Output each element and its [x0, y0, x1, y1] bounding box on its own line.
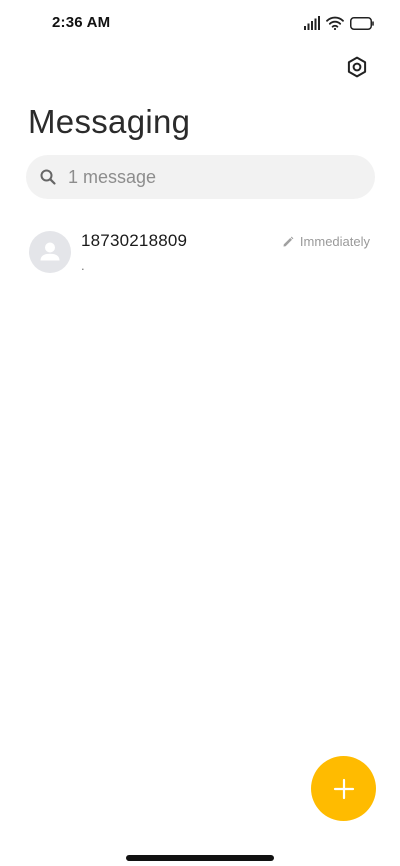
status-icons — [304, 14, 374, 32]
plus-icon — [333, 778, 354, 799]
battery-icon — [350, 16, 374, 30]
conversation-timestamp: Immediately — [299, 234, 370, 249]
wifi-icon — [326, 16, 344, 30]
signal-icon — [304, 16, 320, 30]
page-title: Messaging — [28, 103, 191, 140]
message-preview: . — [81, 258, 85, 273]
conversation-meta: Immediately — [282, 234, 370, 249]
home-indicator[interactable] — [126, 855, 274, 861]
messaging-screen: 2:36 AM Messaging 1 message 18730218809 … — [0, 0, 400, 866]
conversation-item[interactable]: 18730218809 . Immediately — [0, 222, 400, 288]
contact-avatar — [29, 231, 71, 273]
contact-name: 18730218809 — [81, 231, 188, 250]
draft-pencil-icon — [283, 236, 294, 246]
settings-button[interactable] — [342, 52, 372, 82]
default-contact-avatar-icon — [40, 242, 60, 261]
status-bar: 2:36 AM — [0, 0, 400, 44]
search-icon — [40, 169, 56, 185]
new-message-button[interactable] — [311, 756, 376, 821]
settings-icon — [347, 56, 367, 78]
search-bar[interactable] — [26, 155, 375, 199]
search-input[interactable] — [68, 166, 348, 188]
status-time: 2:36 AM — [52, 14, 111, 31]
